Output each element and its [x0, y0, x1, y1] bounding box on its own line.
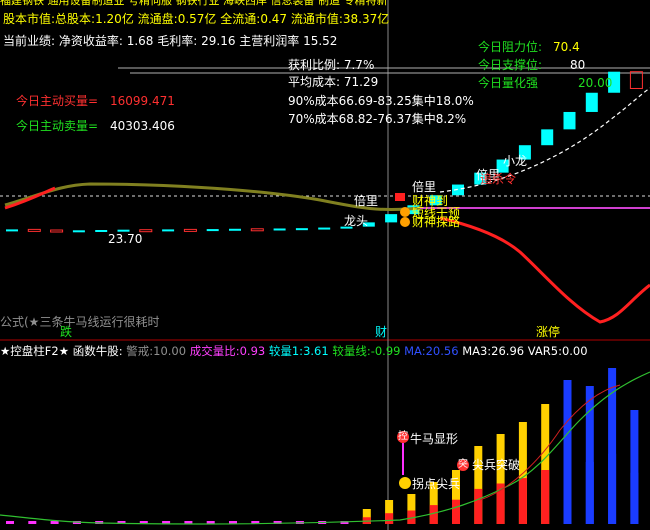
volume-change-value: 20.00: [578, 76, 613, 90]
candle: [183, 228, 197, 232]
label-fall: 跌: [60, 325, 73, 339]
point-marker-icon: [399, 477, 411, 489]
candle: [629, 71, 643, 89]
wealth-icon-2: [400, 217, 410, 227]
dragon-head-label: 龙头: [344, 214, 369, 228]
volume-change-label: 今日量化强: [478, 76, 539, 90]
wealth-route-label: 财神探路: [412, 215, 461, 229]
profit-ratio: 获利比例: 7.7%: [288, 58, 375, 72]
icon-break-text: 突: [458, 459, 468, 470]
label-mid: 财: [375, 325, 388, 339]
support-label: 今日支撑位:: [478, 58, 543, 72]
indicator-green-line: [0, 371, 650, 525]
double-label-2: 倍里: [412, 180, 437, 194]
candle: [72, 230, 85, 233]
volume-bar-red: [608, 453, 617, 524]
header-line3: 当前业绩: 净资收益率: 1.68 毛利率: 29.16 主营利润率 15.52: [3, 34, 338, 48]
candle: [229, 228, 241, 231]
candle: [452, 184, 464, 196]
sell-value: 40303.406: [110, 119, 175, 133]
volume-bar-red: [541, 470, 550, 524]
resistance-value: 70.4: [553, 40, 580, 54]
candle: [250, 228, 264, 232]
candle: [585, 92, 598, 112]
candle: [318, 227, 331, 230]
sell-label: 今日主动卖量=: [16, 119, 99, 133]
volume-bar: [28, 521, 37, 524]
candle: [6, 229, 18, 232]
candle: [50, 229, 64, 233]
tag-break: 尖兵突破: [472, 458, 521, 472]
tag-point: 拐点尖兵: [412, 477, 461, 491]
volume-bar-red: [518, 478, 527, 524]
volume-bar-red: [585, 461, 594, 524]
volume-bar: [50, 521, 59, 524]
candle: [273, 228, 286, 231]
candle: [541, 129, 554, 146]
cost-70: 70%成本68.82-76.37集中8.2%: [288, 112, 467, 126]
candle: [162, 229, 175, 232]
volume-bar-red: [452, 499, 460, 524]
candle: [206, 229, 219, 232]
avg-cost: 平均成本: 71.29: [288, 75, 379, 89]
tag-bull: 牛马显形: [410, 432, 459, 446]
volume-bar: [6, 521, 14, 524]
small-dragon-label: 小龙: [503, 154, 528, 168]
buy-label: 今日主动买量=: [16, 94, 99, 108]
buy-value: 16099.471: [110, 94, 175, 108]
header-line1: 福建钢铁 通用设备制造业 号精伺服 钢铁行业 海峡西岸 信息装备 制造 专精特新: [0, 0, 388, 7]
indicator-name: ★控盘柱F2★: [0, 344, 70, 358]
volume-bar-red: [630, 472, 639, 524]
formula-note: 公式(★三条牛马线运行很耗时: [0, 315, 160, 329]
resistance-label: 今日阻力位:: [478, 40, 543, 54]
cost-90: 90%成本66.69-83.25集中18.0%: [288, 94, 474, 108]
volume-bar-red: [563, 459, 572, 524]
candle: [295, 228, 308, 231]
candle: [563, 111, 576, 130]
icon-bull-text: 控: [398, 431, 408, 442]
volume-bar-red: [385, 513, 394, 524]
chase-label: 追杀令: [480, 172, 517, 186]
volume-bar-red: [474, 488, 483, 524]
candle: [27, 228, 41, 232]
indicator-header: ★控盘柱F2★ 函数牛股: 警戒:10.00 成交量比:0.93 较量1:3.6…: [0, 344, 588, 358]
low-price-label: 23.70: [108, 232, 143, 246]
header-line2: 股本市值:总股本:1.20亿 流通盘:0.57亿 全流通:0.47 流通市值:3…: [3, 12, 390, 26]
label-limit: 涨停: [536, 325, 561, 339]
candle: [95, 230, 108, 232]
wealth-icon-1: [400, 207, 410, 217]
double-label-1: 倍里: [354, 194, 379, 208]
candle: [385, 214, 398, 223]
support-value: 80: [570, 58, 586, 72]
volume-bars: [6, 368, 639, 524]
